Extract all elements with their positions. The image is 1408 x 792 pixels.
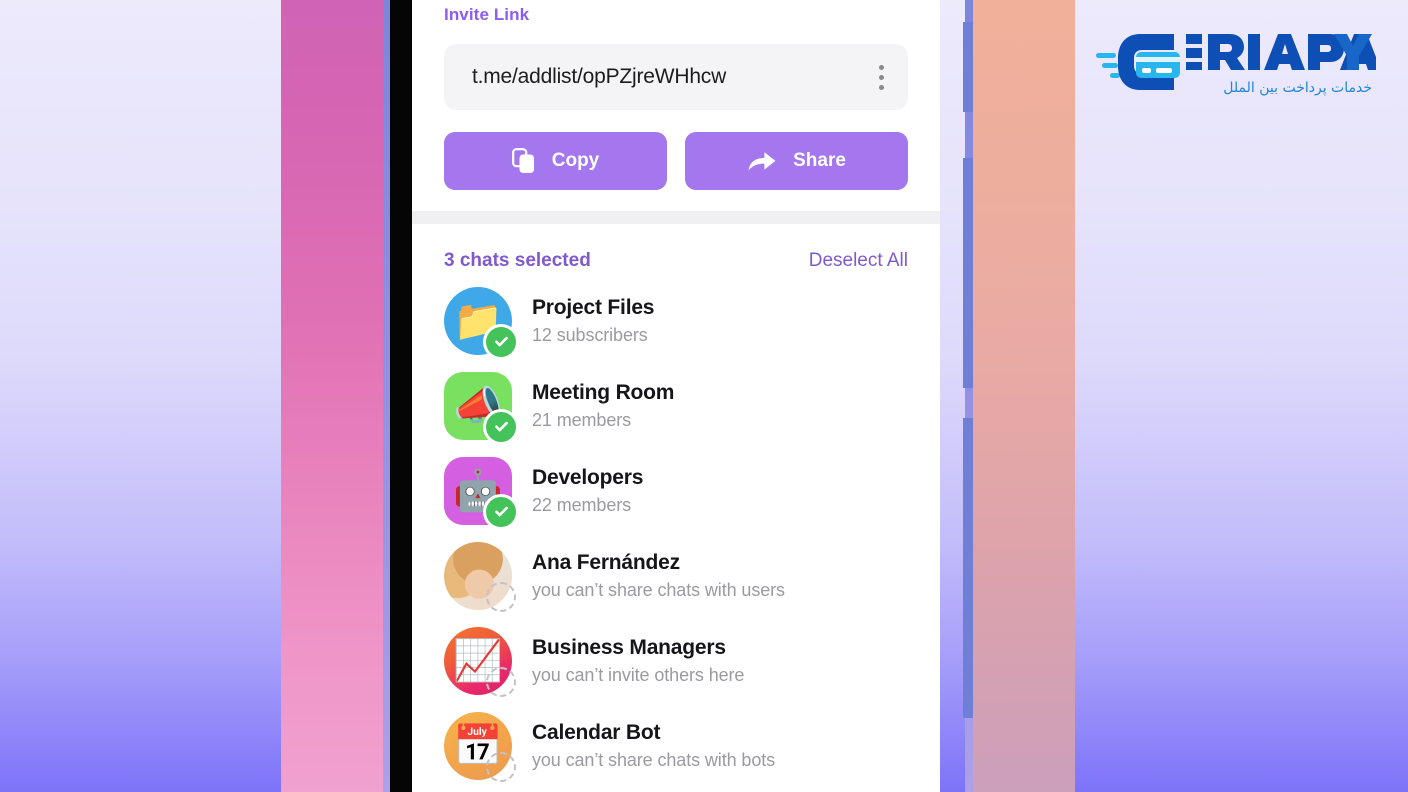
chat-meta: Calendar Bot you can’t share chats with b… bbox=[532, 721, 775, 771]
chat-subtitle: you can’t share chats with users bbox=[532, 579, 785, 600]
chat-title: Project Files bbox=[532, 295, 655, 319]
avatar: 🤖 bbox=[444, 456, 516, 527]
avatar bbox=[444, 541, 516, 612]
dashed-circle-icon[interactable] bbox=[486, 581, 516, 612]
chat-meta: Developers 22 members bbox=[532, 466, 643, 516]
share-button[interactable]: Share bbox=[685, 132, 908, 190]
section-divider bbox=[412, 211, 940, 224]
share-button-label: Share bbox=[793, 150, 846, 171]
chat-title: Calendar Bot bbox=[532, 720, 661, 744]
chat-subtitle: you can’t share chats with bots bbox=[532, 749, 776, 770]
invite-link-value: t.me/addlist/opPZjreWHhcw bbox=[472, 65, 727, 88]
share-arrow-icon bbox=[747, 149, 777, 173]
chat-meta: Project Files 12 subscribers bbox=[532, 296, 654, 346]
logo-tagline: خدمات پرداخت بین الملل bbox=[1223, 80, 1372, 96]
chat-title: Developers bbox=[532, 465, 644, 489]
dashed-circle-icon[interactable] bbox=[486, 751, 516, 782]
phone-side-button-middle bbox=[963, 158, 973, 388]
screenshot-stage: Invite Link t.me/addlist/opPZjreWHhcw Co… bbox=[0, 0, 1408, 792]
phone-screen: Invite Link t.me/addlist/opPZjreWHhcw Co… bbox=[412, 0, 940, 792]
chat-list: 📁 Project Files 12 subscribers 📣 Meeting Roo… bbox=[412, 272, 940, 788]
chat-row[interactable]: Ana Fernández you can’t share chats with … bbox=[412, 533, 940, 618]
deselect-all-button[interactable]: Deselect All bbox=[809, 250, 908, 272]
more-vertical-icon[interactable] bbox=[864, 57, 898, 97]
selection-header: 3 chats selected Deselect All bbox=[412, 224, 940, 272]
chat-row[interactable]: 🤖 Developers 22 members bbox=[412, 448, 940, 533]
avatar: 📈 bbox=[444, 626, 516, 697]
chat-meta: Meeting Room 21 members bbox=[532, 381, 674, 431]
chat-meta: Business Managers you can’t invite others… bbox=[532, 636, 744, 686]
chat-row[interactable]: 📈 Business Managers you can’t invite other… bbox=[412, 618, 940, 703]
chat-row[interactable]: 📁 Project Files 12 subscribers bbox=[412, 278, 940, 363]
ariapay-logo: خدمات پرداخت بین الملل bbox=[1096, 26, 1376, 98]
copy-icon bbox=[511, 148, 536, 174]
check-badge-icon[interactable] bbox=[486, 411, 516, 442]
chat-subtitle: you can’t invite others here bbox=[532, 664, 745, 685]
selected-count-label: 3 chats selected bbox=[444, 250, 591, 271]
avatar: 📁 bbox=[444, 286, 516, 357]
check-badge-icon[interactable] bbox=[486, 326, 516, 357]
chat-row[interactable]: 📅 Calendar Bot you can’t share chats with … bbox=[412, 703, 940, 788]
copy-button-label: Copy bbox=[551, 150, 600, 171]
background-band-pink bbox=[281, 0, 383, 792]
chat-title: Business Managers bbox=[532, 635, 726, 659]
invite-link-title: Invite Link bbox=[444, 5, 530, 24]
chat-meta: Ana Fernández you can’t share chats with … bbox=[532, 551, 785, 601]
check-badge-icon[interactable] bbox=[486, 496, 516, 527]
invite-link-field[interactable]: t.me/addlist/opPZjreWHhcw bbox=[444, 44, 908, 110]
speed-lines bbox=[1096, 53, 1120, 78]
chat-subtitle: 22 members bbox=[532, 494, 632, 515]
avatar: 📅 bbox=[444, 711, 516, 782]
phone-side-button-top bbox=[963, 22, 973, 112]
invite-link-section: Invite Link t.me/addlist/opPZjreWHhcw Co… bbox=[412, 0, 940, 190]
avatar: 📣 bbox=[444, 371, 516, 442]
phone-side-button-bottom bbox=[963, 418, 973, 718]
chat-subtitle: 21 members bbox=[532, 409, 632, 430]
dashed-circle-icon[interactable] bbox=[486, 666, 516, 697]
background-band-peach bbox=[973, 0, 1075, 792]
chat-title: Meeting Room bbox=[532, 380, 675, 404]
chat-title: Ana Fernández bbox=[532, 550, 680, 574]
chat-subtitle: 12 subscribers bbox=[532, 324, 648, 345]
copy-button[interactable]: Copy bbox=[444, 132, 667, 190]
chat-row[interactable]: 📣 Meeting Room 21 members bbox=[412, 363, 940, 448]
invite-actions: Copy Share bbox=[444, 132, 908, 190]
